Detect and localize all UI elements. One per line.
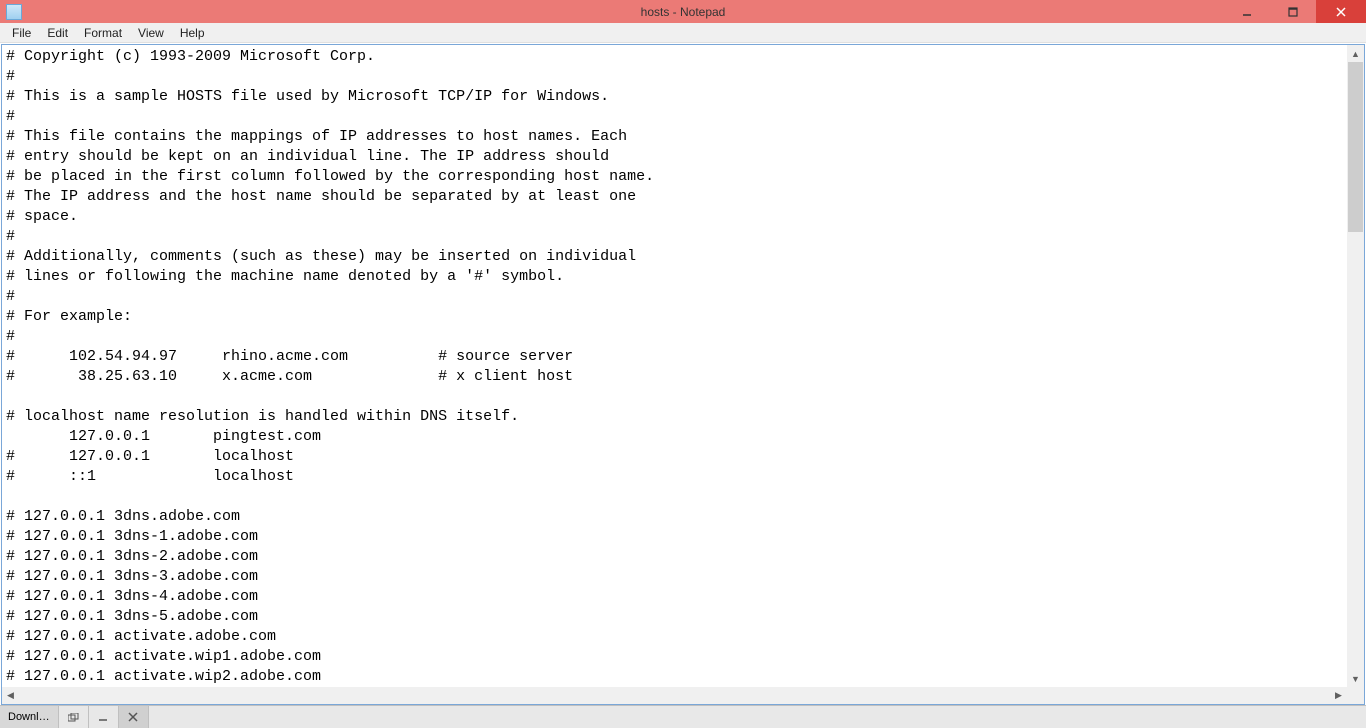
taskbar-restore-icon[interactable] bbox=[59, 706, 89, 728]
title-bar[interactable]: hosts - Notepad bbox=[0, 0, 1366, 23]
scroll-right-arrow-icon[interactable]: ▶ bbox=[1330, 687, 1347, 704]
taskbar: Downl… bbox=[0, 705, 1366, 728]
taskbar-system-buttons bbox=[59, 706, 149, 728]
menu-edit[interactable]: Edit bbox=[39, 24, 76, 42]
close-button[interactable] bbox=[1316, 0, 1366, 23]
menu-file[interactable]: File bbox=[4, 24, 39, 42]
scroll-corner bbox=[1347, 687, 1364, 704]
taskbar-minimize-icon[interactable] bbox=[89, 706, 119, 728]
scroll-down-arrow-icon[interactable]: ▼ bbox=[1347, 670, 1364, 687]
taskbar-close-icon[interactable] bbox=[119, 706, 149, 728]
window: hosts - Notepad File Edit Format View He… bbox=[0, 0, 1366, 728]
menu-bar: File Edit Format View Help bbox=[0, 23, 1366, 43]
notepad-icon bbox=[6, 4, 22, 20]
vertical-scrollbar[interactable]: ▲ ▼ bbox=[1347, 45, 1364, 687]
vertical-scroll-thumb[interactable] bbox=[1348, 62, 1363, 232]
window-controls bbox=[1224, 0, 1366, 23]
scroll-left-arrow-icon[interactable]: ◀ bbox=[2, 687, 19, 704]
menu-view[interactable]: View bbox=[130, 24, 172, 42]
minimize-button[interactable] bbox=[1224, 0, 1270, 23]
taskbar-item[interactable]: Downl… bbox=[0, 706, 59, 728]
horizontal-scrollbar[interactable]: ◀ ▶ bbox=[2, 687, 1347, 704]
menu-format[interactable]: Format bbox=[76, 24, 130, 42]
maximize-button[interactable] bbox=[1270, 0, 1316, 23]
text-editor[interactable]: # Copyright (c) 1993-2009 Microsoft Corp… bbox=[2, 45, 1364, 704]
editor-area: # Copyright (c) 1993-2009 Microsoft Corp… bbox=[1, 44, 1365, 705]
window-title: hosts - Notepad bbox=[641, 5, 726, 19]
scroll-up-arrow-icon[interactable]: ▲ bbox=[1347, 45, 1364, 62]
menu-help[interactable]: Help bbox=[172, 24, 213, 42]
